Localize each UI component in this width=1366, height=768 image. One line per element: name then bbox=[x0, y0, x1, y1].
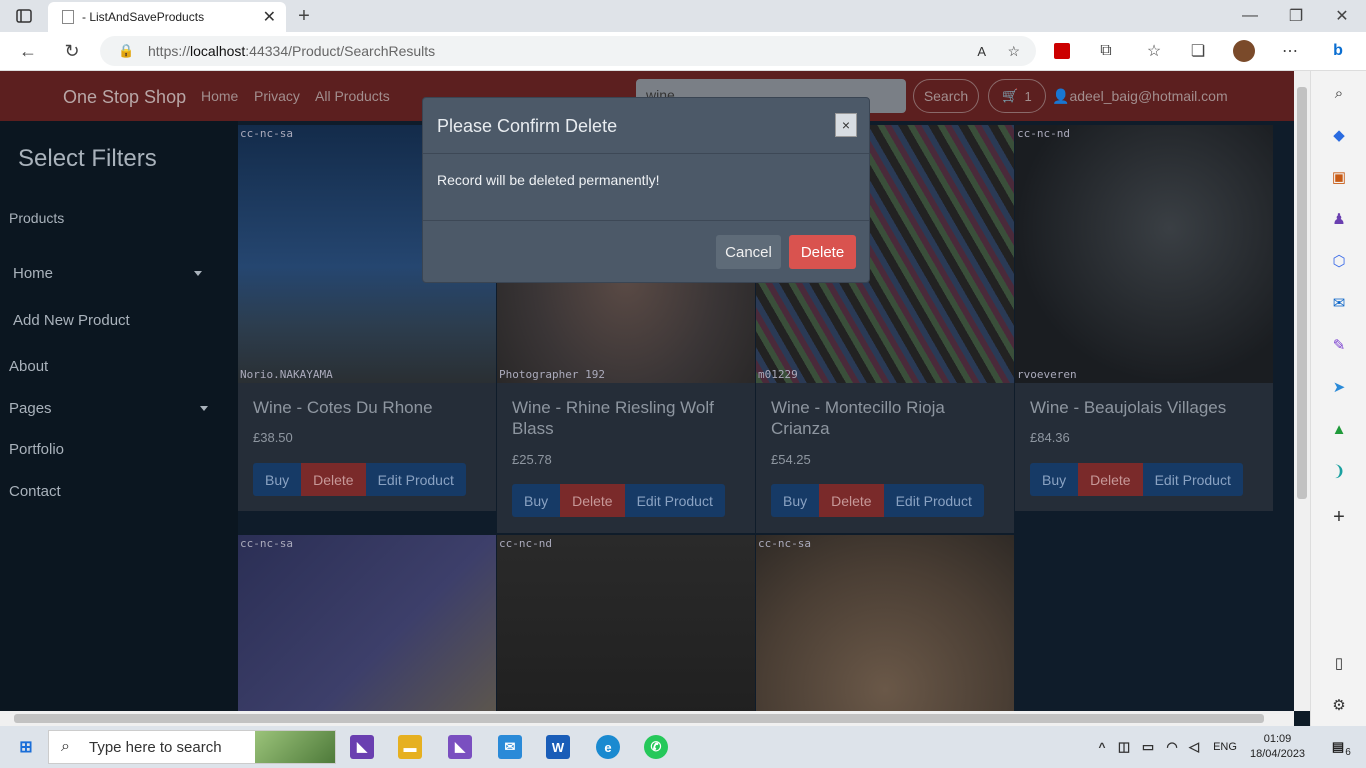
pdf-extension-icon[interactable] bbox=[1050, 39, 1074, 63]
microsoft-365-icon[interactable]: ⬡ bbox=[1327, 249, 1351, 273]
cancel-button[interactable]: Cancel bbox=[716, 235, 781, 269]
back-icon[interactable]: ← bbox=[16, 39, 40, 63]
url-path: :44334/Product/SearchResults bbox=[245, 43, 436, 59]
dialog-footer: Cancel Delete bbox=[423, 220, 869, 282]
url-host: localhost bbox=[190, 43, 246, 59]
vertical-scrollbar[interactable] bbox=[1294, 71, 1310, 711]
battery-icon[interactable]: ▭ bbox=[1136, 735, 1160, 759]
language-indicator[interactable]: ENG bbox=[1208, 735, 1242, 759]
extensions-icon[interactable]: ⧉ bbox=[1094, 39, 1118, 63]
drop-icon[interactable]: ❩ bbox=[1327, 459, 1351, 483]
games-icon[interactable]: ♟ bbox=[1327, 207, 1351, 231]
clock-time: 01:09 bbox=[1263, 733, 1292, 745]
outlook-icon[interactable]: ✉ bbox=[1327, 291, 1351, 315]
search-icon[interactable]: ⌕ bbox=[1327, 81, 1351, 105]
browser-tab[interactable]: - ListAndSaveProducts ✕ bbox=[48, 2, 286, 32]
search-icon: ⌕ bbox=[61, 738, 70, 755]
whatsapp-icon[interactable]: ✆ bbox=[644, 735, 668, 759]
tree-icon[interactable]: ▲ bbox=[1327, 417, 1351, 441]
close-tab-icon[interactable]: ✕ bbox=[263, 7, 276, 27]
gear-icon[interactable]: ⚙ bbox=[1327, 693, 1351, 717]
confirm-delete-dialog: Please Confirm Delete × Record will be d… bbox=[422, 97, 870, 283]
dialog-message: Record will be deleted permanently! bbox=[437, 172, 660, 188]
send-icon[interactable]: ➤ bbox=[1327, 375, 1351, 399]
mail-icon[interactable]: ✉ bbox=[498, 735, 522, 759]
edge-icon[interactable]: e bbox=[596, 735, 620, 759]
dialog-header: Please Confirm Delete × bbox=[423, 98, 869, 154]
dialog-title: Please Confirm Delete bbox=[437, 116, 618, 136]
profile-avatar[interactable] bbox=[1232, 39, 1256, 63]
clock[interactable]: 01:09 18/04/2023 bbox=[1250, 732, 1305, 762]
browser-tab-bar: - ListAndSaveProducts ✕ + — ❐ ✕ bbox=[0, 0, 1366, 32]
scrollbar-thumb[interactable] bbox=[1297, 87, 1307, 499]
page-icon bbox=[62, 10, 74, 24]
tools-icon[interactable]: ▣ bbox=[1327, 165, 1351, 189]
add-icon[interactable]: + bbox=[1327, 505, 1351, 529]
clock-date: 18/04/2023 bbox=[1250, 748, 1306, 760]
designer-icon[interactable]: ✎ bbox=[1327, 333, 1351, 357]
tab-actions-icon[interactable] bbox=[12, 4, 36, 28]
address-toolbar: ← ↻ 🔒 https://localhost:44334/Product/Se… bbox=[0, 32, 1366, 71]
scrollbar-thumb[interactable] bbox=[14, 714, 1264, 723]
more-icon[interactable]: ⋯ bbox=[1278, 39, 1302, 63]
url-bar[interactable]: 🔒 https://localhost:44334/Product/Search… bbox=[100, 36, 1036, 66]
wifi-icon[interactable]: ◠ bbox=[1160, 735, 1184, 759]
edge-sidebar: ⌕ ◆ ▣ ♟ ⬡ ✉ ✎ ➤ ▲ ❩ + ▯ ⚙ bbox=[1310, 71, 1366, 726]
notification-count: 6 bbox=[1345, 746, 1351, 758]
sidebar-toggle-icon[interactable]: ▯ bbox=[1327, 651, 1351, 675]
read-aloud-icon[interactable]: A bbox=[977, 44, 986, 59]
confirm-delete-button[interactable]: Delete bbox=[789, 235, 856, 269]
volume-icon[interactable]: ◁ bbox=[1182, 735, 1206, 759]
collections-icon[interactable]: ❏ bbox=[1186, 39, 1210, 63]
visual-studio-icon-2[interactable]: ◣ bbox=[448, 735, 472, 759]
horizontal-scrollbar[interactable] bbox=[0, 711, 1294, 726]
close-icon[interactable]: × bbox=[835, 113, 857, 137]
file-explorer-icon[interactable]: ▬ bbox=[398, 735, 422, 759]
favorite-add-icon[interactable]: ☆ bbox=[1007, 43, 1020, 60]
lock-icon: 🔒 bbox=[118, 43, 135, 58]
favorites-icon[interactable]: ☆ bbox=[1142, 39, 1166, 63]
windows-start-icon[interactable]: ⊞ bbox=[14, 735, 38, 759]
taskbar-search-placeholder: Type here to search bbox=[89, 738, 222, 756]
taskbar: ⊞ ⌕ Type here to search ◣ ▬ ◣ ✉ W e ✆ ^ … bbox=[0, 726, 1366, 768]
close-window-icon[interactable]: ✕ bbox=[1330, 4, 1354, 28]
bing-icon[interactable]: b bbox=[1326, 39, 1350, 63]
shopping-icon[interactable]: ◆ bbox=[1327, 123, 1351, 147]
url-prefix: https:// bbox=[148, 43, 191, 59]
restore-icon[interactable]: ❐ bbox=[1284, 4, 1308, 28]
meet-icon[interactable]: ◫ bbox=[1112, 735, 1136, 759]
refresh-icon[interactable]: ↻ bbox=[60, 39, 84, 63]
chevron-up-icon[interactable]: ^ bbox=[1090, 735, 1114, 759]
visual-studio-icon[interactable]: ◣ bbox=[350, 735, 374, 759]
tab-title: - ListAndSaveProducts bbox=[82, 10, 205, 24]
search-highlight-image bbox=[255, 731, 335, 763]
word-icon[interactable]: W bbox=[546, 735, 570, 759]
minimize-icon[interactable]: — bbox=[1238, 4, 1262, 28]
new-tab-icon[interactable]: + bbox=[292, 4, 316, 28]
taskbar-search-input[interactable]: ⌕ Type here to search bbox=[48, 730, 336, 764]
